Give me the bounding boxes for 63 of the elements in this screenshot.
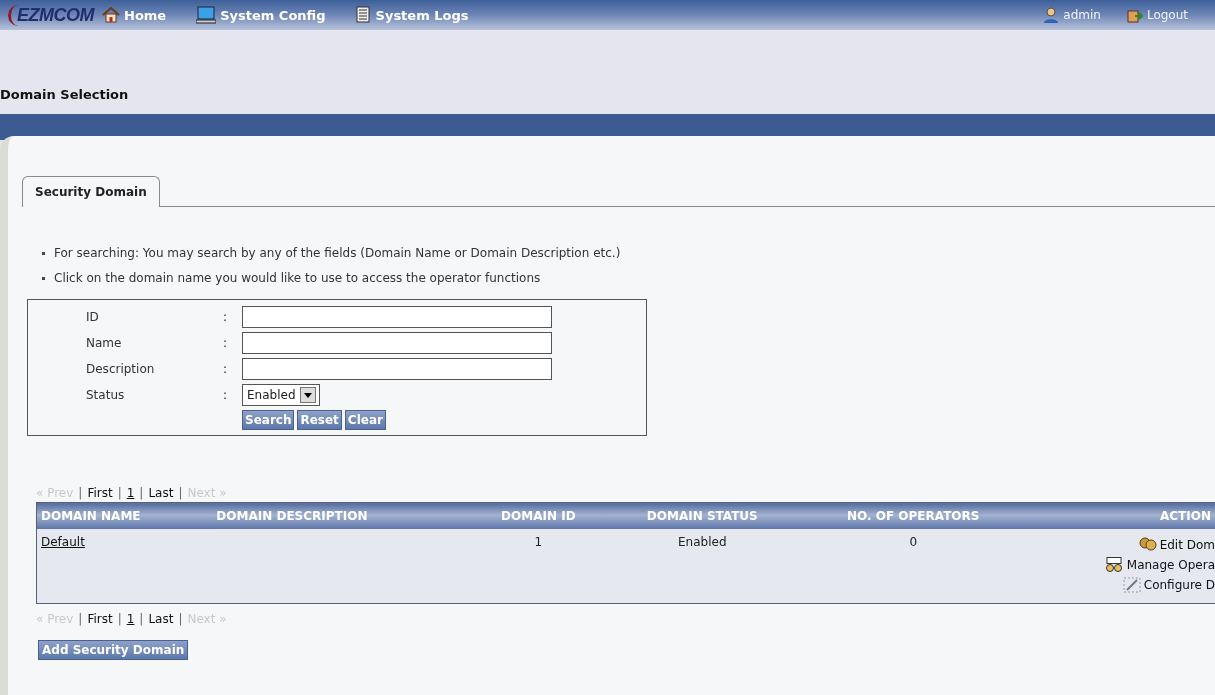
domain-name-link[interactable]: Default (41, 535, 85, 549)
table-cell: 1 (534, 535, 543, 549)
input-field[interactable] (242, 358, 552, 380)
action-link[interactable]: Edit Dom (1031, 535, 1215, 555)
pager-link[interactable]: 1 (126, 486, 135, 500)
action-link[interactable]: Configure D (1031, 575, 1215, 595)
instruction-text: For searching: You may search by any of the fields (Domain Name or Domain Description etc.) (54, 245, 621, 262)
document-icon (355, 6, 372, 24)
column-header: NO. OF OPERATORS (799, 502, 1028, 529)
nav-link[interactable]: System Config (196, 6, 326, 24)
action-link[interactable]: Manage Opera (1031, 555, 1215, 575)
nav-link[interactable]: System Logs (355, 6, 469, 24)
column-header: DOMAIN DESCRIPTION (212, 502, 472, 529)
house-icon (102, 6, 120, 24)
table-cell: Enabled (678, 535, 727, 549)
pager-separator: | (78, 612, 83, 626)
users-list-icon (1103, 557, 1124, 573)
field-label: ID (85, 310, 100, 324)
field-label: Status (85, 388, 126, 402)
colon-text: : (221, 388, 228, 402)
bullet-icon (42, 252, 45, 255)
instruction-text: Click on the domain name you would like to use to access the operator functions (54, 270, 541, 287)
pager-link[interactable]: 1 (126, 612, 135, 626)
pager-separator: | (117, 612, 122, 626)
pager-separator: | (139, 612, 144, 626)
user-icon (1043, 7, 1060, 23)
pager-separator: | (178, 486, 183, 500)
form-button[interactable]: Search (242, 410, 295, 430)
colon-text: : (221, 336, 228, 350)
input-field[interactable] (242, 332, 552, 354)
add-security-domain-button[interactable]: Add Security Domain (38, 640, 189, 660)
bag-exit-icon (1126, 7, 1143, 23)
pager-separator: | (178, 612, 183, 626)
column-header: DOMAIN NAME (36, 502, 213, 529)
nav-link[interactable]: Home (102, 6, 167, 24)
monitor-icon (196, 6, 217, 24)
pager-separator: | (139, 486, 144, 500)
column-header: DOMAIN ID (471, 502, 606, 529)
colon-text: : (221, 362, 228, 376)
field-label: Description (85, 362, 156, 376)
table-cell: 0 (909, 535, 918, 549)
bullet-icon (42, 277, 45, 280)
tab[interactable]: Security Domain (22, 176, 160, 207)
logout-link[interactable]: Logout (1126, 7, 1188, 23)
input-field[interactable] (242, 306, 552, 328)
people-icon (1138, 537, 1157, 553)
field-label: Name (85, 336, 123, 350)
logo: EZMCOM (8, 4, 98, 26)
user-link[interactable]: admin (1043, 7, 1101, 23)
pager-link[interactable]: Last (148, 612, 174, 626)
pager-separator: | (78, 486, 83, 500)
pager-link[interactable]: First (87, 612, 113, 626)
pager-link[interactable]: Last (148, 486, 174, 500)
pager-link[interactable]: First (87, 486, 113, 500)
pager-separator: | (117, 486, 122, 500)
form-button[interactable]: Reset (297, 410, 342, 430)
form-button[interactable]: Clear (344, 410, 386, 430)
page-title: Domain Selection (0, 87, 129, 102)
wrench-icon (1122, 577, 1141, 593)
status-dropdown[interactable]: Enabled (242, 384, 320, 406)
colon-text: : (221, 310, 228, 324)
column-header: DOMAIN STATUS (605, 502, 800, 529)
column-header: ACTION (1027, 502, 1215, 529)
